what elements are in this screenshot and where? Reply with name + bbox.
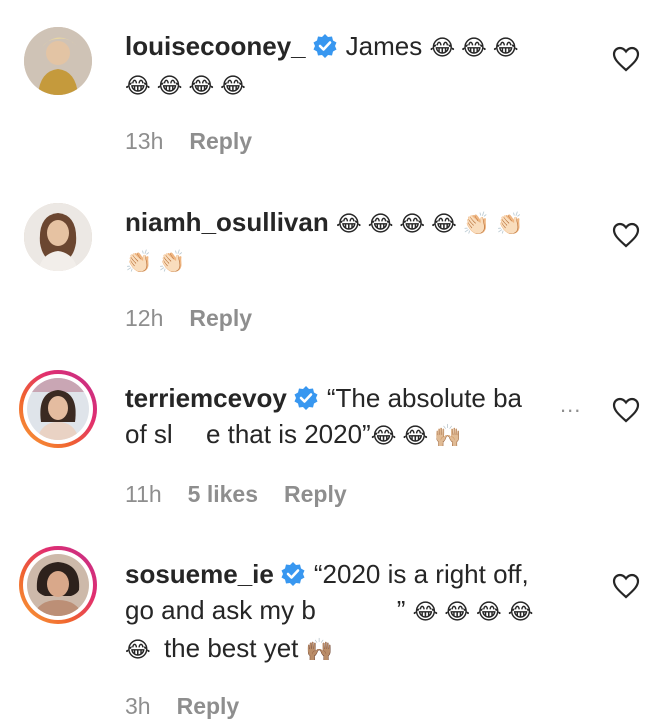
emoji: 😂 (431, 211, 457, 236)
comment-body: ” (396, 595, 406, 625)
comment-meta: 3h Reply (125, 693, 265, 720)
verified-badge-icon (313, 34, 337, 58)
timestamp[interactable]: 12h (125, 305, 163, 331)
timestamp[interactable]: 13h (125, 128, 163, 154)
redacted-text: rothers (315, 592, 397, 628)
reply-button[interactable]: Reply (177, 693, 240, 719)
username[interactable]: louisecooney_ (125, 31, 306, 61)
redacted-text: ice (172, 416, 206, 452)
emoji: 👏🏻 (462, 211, 491, 236)
comment-text: sosueme_ie “2020 is a right off, go and a… (125, 556, 595, 668)
comment-body: “The absolute ba (326, 383, 523, 413)
emoji: 😂 (492, 35, 519, 60)
comment-body: the best yet (163, 633, 299, 663)
emoji: 😂 (412, 599, 439, 624)
avatar (27, 378, 89, 440)
emoji: 😂 (444, 599, 471, 624)
emoji: 😂 (125, 637, 151, 662)
avatar-photo (27, 378, 89, 440)
likes-count[interactable]: 5 likes (188, 481, 258, 507)
comment-text: niamh_osullivan 😂 😂 😂 😂 👏🏻 👏🏻 👏🏻 👏🏻 (125, 204, 595, 280)
emoji: 😂 (370, 423, 397, 448)
username[interactable]: terriemcevoy (125, 383, 287, 413)
timestamp[interactable]: 3h (125, 693, 151, 719)
emoji: 😂 (335, 211, 362, 236)
emoji: 😂 (156, 73, 183, 98)
avatar-photo (24, 203, 92, 271)
emoji: 👏🏻 (158, 249, 186, 274)
reply-button[interactable]: Reply (189, 128, 252, 154)
reply-button[interactable]: Reply (284, 481, 347, 507)
emoji: 😂 (507, 599, 534, 624)
comment-meta: 11h 5 likes Reply (125, 481, 373, 508)
avatar (27, 554, 89, 616)
more-button[interactable]: ... (560, 392, 581, 418)
emoji: 🙌🏼 (434, 423, 462, 448)
heart-outline-icon[interactable] (612, 222, 640, 248)
avatar-photo (27, 554, 89, 616)
comment-text: louisecooney_ James 😂 😂 😂 😂 😂 😂 😂 (125, 28, 595, 104)
username[interactable]: sosueme_ie (125, 559, 274, 589)
emoji: 👏🏻 (125, 249, 153, 274)
emoji: 😂 (367, 211, 394, 236)
comment-body: “2020 is a right off, (313, 559, 529, 589)
emoji: 😂 (188, 73, 215, 98)
comment-body: go and ask my b (125, 595, 316, 625)
heart-outline-icon[interactable] (612, 397, 640, 423)
verified-badge-icon (294, 386, 318, 410)
comment-text: terriemcevoy “The absolute ba of slicee t… (125, 380, 595, 454)
comment-meta: 13h Reply (125, 128, 278, 155)
comment-meta: 12h Reply (125, 305, 278, 332)
emoji: 👏🏻 (496, 211, 524, 236)
comment-body: of sl (125, 419, 173, 449)
emoji: 😂 (476, 599, 502, 624)
avatar-story-ring[interactable] (19, 546, 97, 624)
emoji: 😂 (125, 73, 151, 98)
avatar[interactable] (24, 27, 92, 95)
reply-button[interactable]: Reply (189, 305, 252, 331)
emoji: 😂 (399, 211, 426, 236)
emoji: 🙌🏽 (305, 637, 334, 662)
emoji: 😂 (402, 423, 429, 448)
avatar-photo (24, 27, 92, 95)
username[interactable]: niamh_osullivan (125, 207, 329, 237)
comment-body: e that is 2020” (205, 419, 371, 449)
timestamp[interactable]: 11h (125, 481, 162, 507)
avatar[interactable] (24, 203, 92, 271)
emoji: 😂 (429, 35, 456, 60)
verified-badge-icon (281, 562, 305, 586)
heart-outline-icon[interactable] (612, 46, 640, 72)
heart-outline-icon[interactable] (612, 573, 640, 599)
emoji: 😂 (220, 73, 246, 98)
emoji: 😂 (461, 35, 487, 60)
avatar-story-ring[interactable] (19, 370, 97, 448)
comment-body: James (345, 31, 423, 61)
